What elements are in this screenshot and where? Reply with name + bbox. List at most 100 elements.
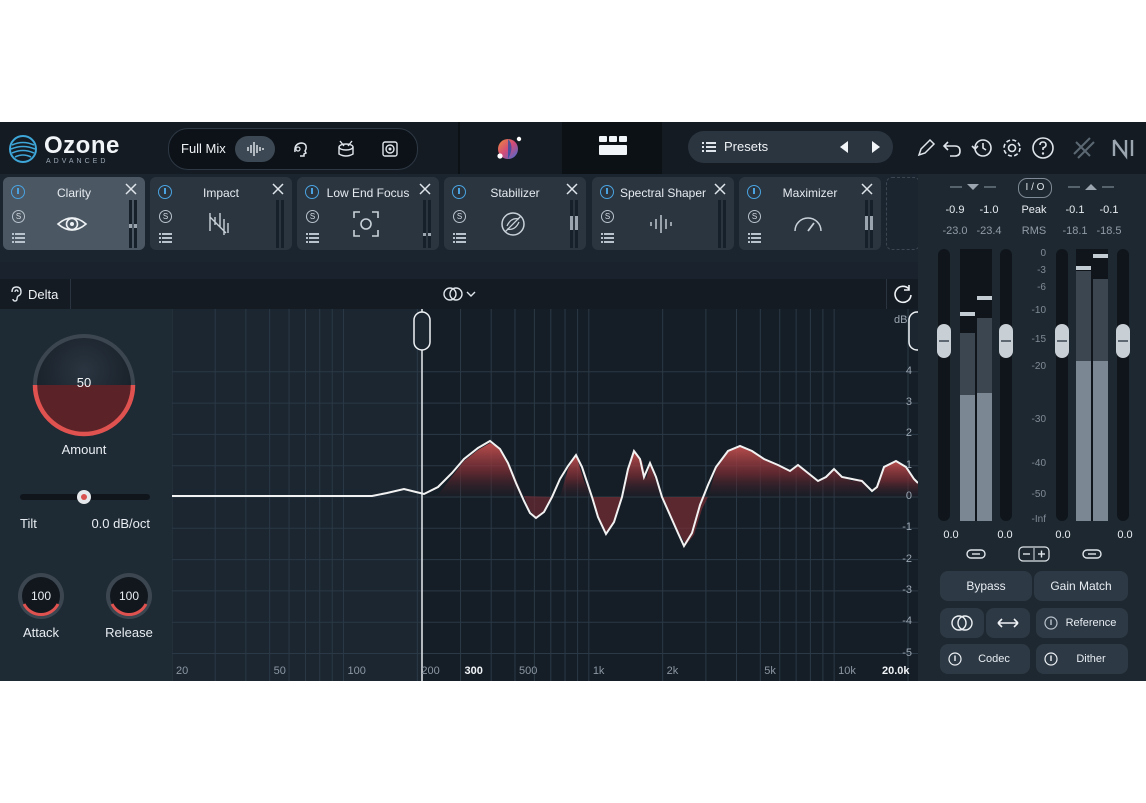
meter-scale-label: 0 <box>1040 248 1046 259</box>
input-fader-handle-left[interactable] <box>937 324 951 358</box>
module-stabilizer[interactable]: Stabilizer S <box>444 177 586 250</box>
solo-button[interactable]: S <box>12 210 25 223</box>
release-label: Release <box>105 625 153 640</box>
module-power-icon[interactable] <box>747 185 761 199</box>
input-link-icon[interactable] <box>966 548 986 560</box>
output-fader-handle-right[interactable] <box>1116 324 1130 358</box>
close-icon[interactable] <box>272 183 284 195</box>
ni-connect-icon[interactable] <box>1070 134 1098 162</box>
input-peak-left: -0.9 <box>945 204 965 216</box>
module-power-icon[interactable] <box>452 185 466 199</box>
stereo-view-button[interactable] <box>940 608 984 638</box>
module-spectral-shaper[interactable]: Spectral Shaper S <box>592 177 734 250</box>
output-fader-handle-left[interactable] <box>1055 324 1069 358</box>
input-rms-right: -23.4 <box>976 225 1002 237</box>
module-power-icon[interactable] <box>11 185 25 199</box>
gain-match-button[interactable]: Gain Match <box>1034 571 1128 601</box>
module-grid-icon <box>599 136 627 155</box>
solo-button[interactable]: S <box>306 210 319 223</box>
output-rms-left: -18.1 <box>1062 225 1088 237</box>
help-icon[interactable] <box>1031 136 1055 160</box>
solo-button[interactable]: S <box>601 210 614 223</box>
input-collapse-icon[interactable] <box>948 182 998 192</box>
mix-mode-selector[interactable]: Full Mix <box>168 128 418 170</box>
stereo-mode-icon[interactable] <box>443 286 479 302</box>
module-clarity[interactable]: Clarity S <box>3 177 145 250</box>
pencil-icon[interactable] <box>914 136 938 160</box>
module-menu-icon[interactable] <box>12 233 25 243</box>
output-gain-left: 0.0 <box>1055 529 1071 541</box>
presets-label: Presets <box>724 139 769 154</box>
ear-icon[interactable] <box>9 286 23 302</box>
input-gain-fader-right[interactable] <box>1000 249 1012 521</box>
solo-button[interactable]: S <box>453 210 466 223</box>
codec-button[interactable]: Codec <box>940 644 1030 674</box>
frequency-tick-label: 20.0k <box>882 665 910 677</box>
presets-bar[interactable]: Presets <box>688 131 893 163</box>
module-menu-icon[interactable] <box>306 233 319 243</box>
full-mix-mode-button[interactable] <box>235 136 275 162</box>
module-menu-icon[interactable] <box>601 233 614 243</box>
frequency-tick-label: 300 <box>464 665 483 677</box>
undo-icon[interactable] <box>940 136 964 160</box>
module-level-meter <box>129 200 139 248</box>
drums-mode-icon[interactable] <box>335 138 357 160</box>
close-icon[interactable] <box>566 183 578 195</box>
instruments-mode-icon[interactable] <box>379 138 401 160</box>
output-collapse-icon[interactable] <box>1066 182 1116 192</box>
module-maximizer[interactable]: Maximizer S <box>739 177 881 250</box>
close-icon[interactable] <box>419 183 431 195</box>
module-view-button[interactable] <box>562 122 662 174</box>
module-power-icon[interactable] <box>600 185 614 199</box>
solo-button[interactable]: S <box>748 210 761 223</box>
module-impact[interactable]: Impact S <box>150 177 292 250</box>
input-gain-fader-left[interactable] <box>938 249 950 521</box>
io-link-button[interactable]: I / O <box>1018 178 1052 198</box>
module-menu-icon[interactable] <box>159 233 172 243</box>
reference-button[interactable]: Reference <box>1036 608 1128 638</box>
attack-label: Attack <box>22 625 60 640</box>
release-value: 100 <box>118 589 140 603</box>
low-cut-handle[interactable] <box>413 311 431 351</box>
module-menu-icon[interactable] <box>748 233 761 243</box>
module-level-meter <box>718 200 728 248</box>
module-power-icon[interactable] <box>305 185 319 199</box>
offset-stepper-icon[interactable] <box>1018 546 1050 562</box>
close-icon[interactable] <box>714 183 726 195</box>
module-chain: Clarity S Impact S Low End Focus S Stabi… <box>0 174 920 262</box>
vocal-mode-icon[interactable] <box>289 138 311 160</box>
bypass-button[interactable]: Bypass <box>940 571 1032 601</box>
output-gain-fader-left[interactable] <box>1056 249 1068 521</box>
output-gain-fader-right[interactable] <box>1117 249 1129 521</box>
input-fader-handle-right[interactable] <box>999 324 1013 358</box>
output-peak-left: -0.1 <box>1065 204 1085 216</box>
waveform-icon <box>247 142 264 156</box>
tilt-slider-handle[interactable] <box>77 490 91 504</box>
close-icon[interactable] <box>125 183 137 195</box>
delta-toggle[interactable]: Delta <box>28 287 58 302</box>
module-menu-icon[interactable] <box>453 233 466 243</box>
input-gain-right: 0.0 <box>997 529 1013 541</box>
dither-button[interactable]: Dither <box>1036 644 1128 674</box>
solo-button[interactable]: S <box>159 210 172 223</box>
gauge-icon <box>794 217 822 232</box>
module-low-end-focus[interactable]: Low End Focus S <box>297 177 439 250</box>
reset-icon[interactable] <box>892 283 914 305</box>
module-name: Maximizer <box>782 186 838 200</box>
add-module-slot[interactable] <box>886 177 920 250</box>
clarity-controls-panel: 50 Amount Tilt 0.0 dB/oct 100 Attack 100… <box>0 309 172 681</box>
settings-gear-icon[interactable] <box>1000 136 1024 160</box>
next-preset-icon[interactable] <box>868 139 884 155</box>
high-cut-handle[interactable] <box>908 311 926 351</box>
db-tick-label: 1 <box>905 458 912 471</box>
previous-preset-icon[interactable] <box>836 139 852 155</box>
output-link-icon[interactable] <box>1082 548 1102 560</box>
history-icon[interactable] <box>970 136 994 160</box>
close-icon[interactable] <box>861 183 873 195</box>
eye-icon <box>56 217 88 231</box>
swap-channels-button[interactable] <box>986 608 1030 638</box>
clarity-spectrum-display[interactable]: 4 3 2 1 0 -1 -2 -3 -4 -5 20 50 100 200 300 500 1k 2k 5k 10… <box>171 309 926 681</box>
db-tick-label: 4 <box>905 364 912 377</box>
module-power-icon[interactable] <box>158 185 172 199</box>
assistant-icon[interactable] <box>495 134 523 162</box>
